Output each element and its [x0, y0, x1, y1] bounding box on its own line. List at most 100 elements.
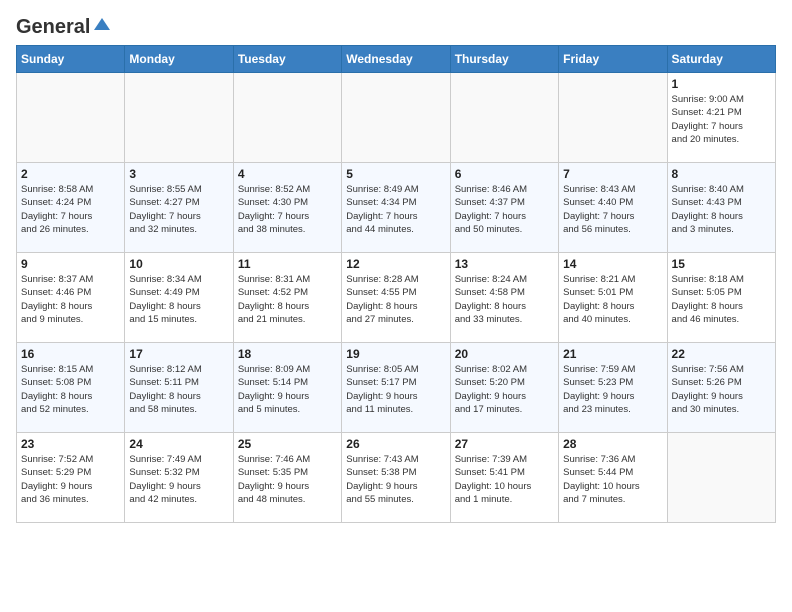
day-number: 27 — [455, 437, 554, 451]
day-info: Sunrise: 8:46 AM Sunset: 4:37 PM Dayligh… — [455, 183, 554, 236]
day-info: Sunrise: 8:09 AM Sunset: 5:14 PM Dayligh… — [238, 363, 337, 416]
week-row-1: 1 Sunrise: 9:00 AM Sunset: 4:21 PM Daylig… — [17, 73, 776, 163]
day-number: 16 — [21, 347, 120, 361]
day-info: Sunrise: 8:05 AM Sunset: 5:17 PM Dayligh… — [346, 363, 445, 416]
day-info: Sunrise: 8:24 AM Sunset: 4:58 PM Dayligh… — [455, 273, 554, 326]
day-info: Sunrise: 7:46 AM Sunset: 5:35 PM Dayligh… — [238, 453, 337, 506]
day-cell: 27 Sunrise: 7:39 AM Sunset: 5:41 PM Dayli… — [450, 433, 558, 523]
day-info: Sunrise: 8:37 AM Sunset: 4:46 PM Dayligh… — [21, 273, 120, 326]
day-number: 23 — [21, 437, 120, 451]
weekday-header-row: SundayMondayTuesdayWednesdayThursdayFrid… — [17, 46, 776, 73]
day-number: 11 — [238, 257, 337, 271]
day-number: 20 — [455, 347, 554, 361]
week-row-3: 9Sunrise: 8:37 AM Sunset: 4:46 PM Daylig… — [17, 253, 776, 343]
day-info: Sunrise: 7:56 AM Sunset: 5:26 PM Dayligh… — [672, 363, 771, 416]
day-info: Sunrise: 7:49 AM Sunset: 5:32 PM Dayligh… — [129, 453, 228, 506]
day-cell: 5Sunrise: 8:49 AM Sunset: 4:34 PM Daylig… — [342, 163, 450, 253]
weekday-header-tuesday: Tuesday — [233, 46, 341, 73]
day-info: Sunrise: 7:59 AM Sunset: 5:23 PM Dayligh… — [563, 363, 662, 416]
day-number: 17 — [129, 347, 228, 361]
day-info: Sunrise: 8:40 AM Sunset: 4:43 PM Dayligh… — [672, 183, 771, 236]
day-cell: 25 Sunrise: 7:46 AM Sunset: 5:35 PM Dayli… — [233, 433, 341, 523]
day-cell: 11 Sunrise: 8:31 AM Sunset: 4:52 PM Dayli… — [233, 253, 341, 343]
day-info: Sunrise: 9:00 AM Sunset: 4:21 PM Dayligh… — [672, 93, 771, 146]
logo-general: General — [16, 16, 90, 39]
day-cell: 3 Sunrise: 8:55 AM Sunset: 4:27 PM Daylig… — [125, 163, 233, 253]
day-info: Sunrise: 7:39 AM Sunset: 5:41 PM Dayligh… — [455, 453, 554, 506]
day-cell: 8 Sunrise: 8:40 AM Sunset: 4:43 PM Daylig… — [667, 163, 775, 253]
day-cell: 28 Sunrise: 7:36 AM Sunset: 5:44 PM Dayli… — [559, 433, 667, 523]
day-cell: 20 Sunrise: 8:02 AM Sunset: 5:20 PM Dayli… — [450, 343, 558, 433]
day-info: Sunrise: 8:34 AM Sunset: 4:49 PM Dayligh… — [129, 273, 228, 326]
day-cell: 12Sunrise: 8:28 AM Sunset: 4:55 PM Dayli… — [342, 253, 450, 343]
day-number: 7 — [563, 167, 662, 181]
day-number: 18 — [238, 347, 337, 361]
day-info: Sunrise: 8:02 AM Sunset: 5:20 PM Dayligh… — [455, 363, 554, 416]
day-number: 1 — [672, 77, 771, 91]
day-info: Sunrise: 8:49 AM Sunset: 4:34 PM Dayligh… — [346, 183, 445, 236]
day-number: 6 — [455, 167, 554, 181]
day-info: Sunrise: 8:28 AM Sunset: 4:55 PM Dayligh… — [346, 273, 445, 326]
day-info: Sunrise: 8:31 AM Sunset: 4:52 PM Dayligh… — [238, 273, 337, 326]
day-cell — [233, 73, 341, 163]
day-number: 15 — [672, 257, 771, 271]
day-cell: 23 Sunrise: 7:52 AM Sunset: 5:29 PM Dayli… — [17, 433, 125, 523]
day-cell: 2 Sunrise: 8:58 AM Sunset: 4:24 PM Daylig… — [17, 163, 125, 253]
weekday-header-wednesday: Wednesday — [342, 46, 450, 73]
day-cell — [17, 73, 125, 163]
day-number: 4 — [238, 167, 337, 181]
day-number: 22 — [672, 347, 771, 361]
day-number: 13 — [455, 257, 554, 271]
week-row-4: 16 Sunrise: 8:15 AM Sunset: 5:08 PM Dayli… — [17, 343, 776, 433]
day-cell — [559, 73, 667, 163]
day-cell — [450, 73, 558, 163]
day-number: 10 — [129, 257, 228, 271]
day-info: Sunrise: 8:55 AM Sunset: 4:27 PM Dayligh… — [129, 183, 228, 236]
day-cell: 18 Sunrise: 8:09 AM Sunset: 5:14 PM Dayli… — [233, 343, 341, 433]
weekday-header-friday: Friday — [559, 46, 667, 73]
day-number: 3 — [129, 167, 228, 181]
day-number: 24 — [129, 437, 228, 451]
day-cell: 16 Sunrise: 8:15 AM Sunset: 5:08 PM Dayli… — [17, 343, 125, 433]
day-info: Sunrise: 7:36 AM Sunset: 5:44 PM Dayligh… — [563, 453, 662, 506]
day-info: Sunrise: 8:43 AM Sunset: 4:40 PM Dayligh… — [563, 183, 662, 236]
day-info: Sunrise: 8:52 AM Sunset: 4:30 PM Dayligh… — [238, 183, 337, 236]
day-cell: 4 Sunrise: 8:52 AM Sunset: 4:30 PM Daylig… — [233, 163, 341, 253]
week-row-2: 2 Sunrise: 8:58 AM Sunset: 4:24 PM Daylig… — [17, 163, 776, 253]
day-cell — [125, 73, 233, 163]
week-row-5: 23 Sunrise: 7:52 AM Sunset: 5:29 PM Dayli… — [17, 433, 776, 523]
weekday-header-thursday: Thursday — [450, 46, 558, 73]
day-cell: 9Sunrise: 8:37 AM Sunset: 4:46 PM Daylig… — [17, 253, 125, 343]
day-cell — [342, 73, 450, 163]
day-info: Sunrise: 8:12 AM Sunset: 5:11 PM Dayligh… — [129, 363, 228, 416]
day-number: 28 — [563, 437, 662, 451]
day-info: Sunrise: 7:52 AM Sunset: 5:29 PM Dayligh… — [21, 453, 120, 506]
day-number: 25 — [238, 437, 337, 451]
day-number: 2 — [21, 167, 120, 181]
day-number: 8 — [672, 167, 771, 181]
day-cell: 22 Sunrise: 7:56 AM Sunset: 5:26 PM Dayli… — [667, 343, 775, 433]
day-cell: 21Sunrise: 7:59 AM Sunset: 5:23 PM Dayli… — [559, 343, 667, 433]
day-cell: 6 Sunrise: 8:46 AM Sunset: 4:37 PM Daylig… — [450, 163, 558, 253]
day-info: Sunrise: 7:43 AM Sunset: 5:38 PM Dayligh… — [346, 453, 445, 506]
day-cell: 14Sunrise: 8:21 AM Sunset: 5:01 PM Dayli… — [559, 253, 667, 343]
calendar: SundayMondayTuesdayWednesdayThursdayFrid… — [16, 45, 776, 523]
day-cell: 10 Sunrise: 8:34 AM Sunset: 4:49 PM Dayli… — [125, 253, 233, 343]
day-number: 19 — [346, 347, 445, 361]
day-cell: 7 Sunrise: 8:43 AM Sunset: 4:40 PM Daylig… — [559, 163, 667, 253]
day-cell: 13 Sunrise: 8:24 AM Sunset: 4:58 PM Dayli… — [450, 253, 558, 343]
weekday-header-monday: Monday — [125, 46, 233, 73]
calendar-body: 1 Sunrise: 9:00 AM Sunset: 4:21 PM Daylig… — [17, 73, 776, 523]
day-cell: 26 Sunrise: 7:43 AM Sunset: 5:38 PM Dayli… — [342, 433, 450, 523]
weekday-header-saturday: Saturday — [667, 46, 775, 73]
day-info: Sunrise: 8:18 AM Sunset: 5:05 PM Dayligh… — [672, 273, 771, 326]
day-number: 26 — [346, 437, 445, 451]
day-info: Sunrise: 8:15 AM Sunset: 5:08 PM Dayligh… — [21, 363, 120, 416]
day-cell: 15 Sunrise: 8:18 AM Sunset: 5:05 PM Dayli… — [667, 253, 775, 343]
weekday-header-sunday: Sunday — [17, 46, 125, 73]
day-cell: 1 Sunrise: 9:00 AM Sunset: 4:21 PM Daylig… — [667, 73, 775, 163]
header: General — [16, 16, 776, 35]
day-info: Sunrise: 8:58 AM Sunset: 4:24 PM Dayligh… — [21, 183, 120, 236]
day-cell — [667, 433, 775, 523]
day-cell: 17 Sunrise: 8:12 AM Sunset: 5:11 PM Dayli… — [125, 343, 233, 433]
